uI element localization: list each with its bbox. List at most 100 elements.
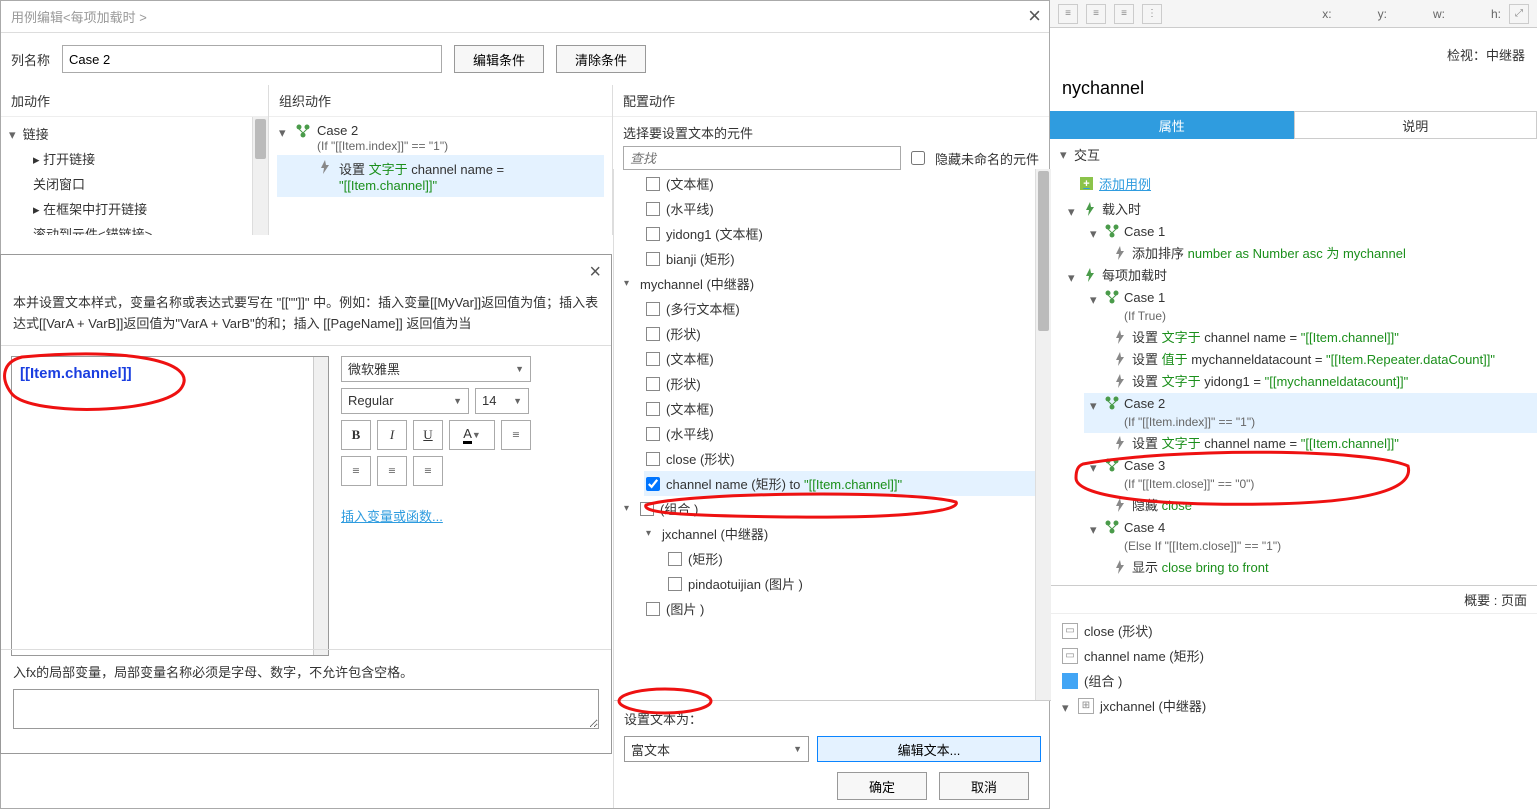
chevron-down-icon[interactable]: ▾ xyxy=(1068,269,1078,287)
hide-unnamed-checkbox[interactable] xyxy=(911,151,925,165)
widget-row[interactable]: (文本框) xyxy=(644,396,1043,421)
interactions-header[interactable]: ▾ 交互 xyxy=(1050,139,1537,170)
local-var-textarea[interactable] xyxy=(13,689,599,729)
tab-properties[interactable]: 属性 xyxy=(1050,111,1294,139)
checkbox[interactable] xyxy=(646,302,660,316)
action-row[interactable]: 设置 文字于 yidong1 = "[[mychanneldatacount]]… xyxy=(1106,371,1537,393)
checkbox[interactable] xyxy=(646,452,660,466)
action-row[interactable]: 设置 值于 mychanneldatacount = "[[Item.Repea… xyxy=(1106,349,1537,371)
event-onload[interactable]: ▾ 载入时 xyxy=(1062,199,1537,221)
chevron-down-icon[interactable]: ▾ xyxy=(279,125,289,141)
search-input[interactable] xyxy=(623,146,901,170)
scrollbar[interactable] xyxy=(252,117,268,235)
checkbox-checked[interactable] xyxy=(646,477,660,491)
action-scroll-to[interactable]: 滚动到元件<锚链接> xyxy=(9,221,260,235)
outline-item[interactable]: ▾⊞jxchannel (中继器) xyxy=(1058,693,1529,718)
align-icon[interactable]: ≡ xyxy=(1058,4,1078,24)
chevron-down-icon[interactable]: ▾ xyxy=(1062,700,1072,716)
scrollbar[interactable] xyxy=(1035,169,1051,700)
chevron-down-icon[interactable]: ▾ xyxy=(646,528,656,539)
align-left-button[interactable]: ≡ xyxy=(341,456,371,486)
clear-condition-button[interactable]: 清除条件 xyxy=(556,45,646,73)
chevron-down-icon[interactable]: ▾ xyxy=(1090,397,1100,415)
action-row[interactable]: 添加排序 number as Number asc 为 mychannel xyxy=(1106,243,1537,265)
widget-row[interactable]: (图片 ) xyxy=(644,596,1043,621)
scrollbar[interactable] xyxy=(313,357,328,655)
action-close-window[interactable]: 关闭窗口 xyxy=(9,171,260,196)
event-each-item[interactable]: ▾ 每项加载时 xyxy=(1062,265,1537,287)
chevron-down-icon[interactable]: ▾ xyxy=(1090,459,1100,477)
action-row[interactable]: 显示 close bring to front xyxy=(1106,557,1537,579)
action-open-in-frame[interactable]: ▸ 在框架中打开链接 xyxy=(9,196,260,221)
align-icon-3[interactable]: ≡ xyxy=(1114,4,1134,24)
widget-row[interactable]: (文本框) xyxy=(644,346,1043,371)
checkbox[interactable] xyxy=(646,252,660,266)
org-action-selected[interactable]: 设置 文字于 channel name = "[[Item.channel]]" xyxy=(277,155,604,197)
case-name-input[interactable] xyxy=(62,45,442,73)
close-icon[interactable]: × xyxy=(589,261,601,284)
chevron-down-icon[interactable]: ▾ xyxy=(1090,291,1100,309)
cancel-button[interactable]: 取消 xyxy=(939,772,1029,800)
widget-group[interactable]: ▾mychannel (中继器) xyxy=(622,271,1043,296)
widget-row[interactable]: (形状) xyxy=(644,321,1043,346)
chevron-down-icon[interactable]: ▾ xyxy=(1090,225,1100,243)
case-row[interactable]: ▾ Case 3(If "[[Item.close]]" == "0") xyxy=(1084,455,1537,495)
org-case[interactable]: ▾ Case 2(If "[[Item.index]]" == "1") xyxy=(277,121,604,155)
bold-button[interactable]: B xyxy=(341,420,371,450)
rich-text-editor[interactable]: [[Item.channel]] xyxy=(11,356,329,656)
outline-item[interactable]: ▭channel name (矩形) xyxy=(1058,643,1529,668)
outline-item[interactable]: (组合 ) xyxy=(1058,668,1529,693)
outline-header[interactable]: 概要 : 页面 xyxy=(1050,586,1537,614)
underline-button[interactable]: U xyxy=(413,420,443,450)
align-right-button[interactable]: ≡ xyxy=(413,456,443,486)
widget-row-selected[interactable]: channel name (矩形) to "[[Item.channel]]" xyxy=(644,471,1043,496)
bullet-list-button[interactable]: ≡ xyxy=(501,420,531,450)
text-mode-select[interactable]: 富文本▼ xyxy=(624,736,809,762)
list-icon[interactable]: ⋮ xyxy=(1142,4,1162,24)
checkbox[interactable] xyxy=(646,327,660,341)
close-icon[interactable]: × xyxy=(1028,3,1041,29)
action-row[interactable]: 隐藏 close xyxy=(1106,495,1537,517)
widget-row[interactable]: yidong1 (文本框) xyxy=(644,221,1043,246)
widget-row[interactable]: (多行文本框) xyxy=(644,296,1043,321)
italic-button[interactable]: I xyxy=(377,420,407,450)
widget-row[interactable]: (矩形) xyxy=(666,546,1043,571)
case-row-selected[interactable]: ▾ Case 2(If "[[Item.index]]" == "1") xyxy=(1084,393,1537,433)
checkbox[interactable] xyxy=(646,602,660,616)
widget-row[interactable]: (形状) xyxy=(644,371,1043,396)
checkbox[interactable] xyxy=(640,502,654,516)
checkbox[interactable] xyxy=(668,577,682,591)
font-color-button[interactable]: A ▼ xyxy=(449,420,495,450)
font-family-select[interactable]: 微软雅黑▼ xyxy=(341,356,531,382)
scrollbar-thumb[interactable] xyxy=(1038,171,1049,331)
widget-row[interactable]: (文本框) xyxy=(644,171,1043,196)
ok-button[interactable]: 确定 xyxy=(837,772,927,800)
align-icon-2[interactable]: ≡ xyxy=(1086,4,1106,24)
action-row[interactable]: 设置 文字于 channel name = "[[Item.channel]]" xyxy=(1106,433,1537,455)
case-row[interactable]: ▾ Case 4(Else If "[[Item.close]]" == "1"… xyxy=(1084,517,1537,557)
edit-condition-button[interactable]: 编辑条件 xyxy=(454,45,544,73)
chevron-down-icon[interactable]: ▾ xyxy=(1090,521,1100,539)
checkbox[interactable] xyxy=(646,177,660,191)
widget-group[interactable]: ▾jxchannel (中继器) xyxy=(644,521,1043,546)
add-case-link[interactable]: + 添加用例 xyxy=(1050,170,1537,197)
font-size-select[interactable]: 14▼ xyxy=(475,388,529,414)
insert-variable-link[interactable]: 插入变量或函数... xyxy=(341,506,601,525)
outline-item[interactable]: ▭close (形状) xyxy=(1058,618,1529,643)
checkbox[interactable] xyxy=(646,227,660,241)
action-open-link[interactable]: ▸ 打开链接 xyxy=(9,146,260,171)
widget-row[interactable]: bianji (矩形) xyxy=(644,246,1043,271)
edit-text-button[interactable]: 编辑文本... xyxy=(817,736,1041,762)
checkbox[interactable] xyxy=(646,402,660,416)
case-row[interactable]: ▾ Case 1 xyxy=(1084,221,1537,243)
chevron-down-icon[interactable]: ▾ xyxy=(624,278,634,289)
link-w-h-icon[interactable]: ⤢ xyxy=(1509,4,1529,24)
tab-notes[interactable]: 说明 xyxy=(1294,111,1537,139)
chevron-down-icon[interactable]: ▾ xyxy=(1068,203,1078,221)
checkbox[interactable] xyxy=(668,552,682,566)
widget-row[interactable]: pindaotuijian (图片 ) xyxy=(666,571,1043,596)
widget-row[interactable]: (水平线) xyxy=(644,196,1043,221)
case-row[interactable]: ▾ Case 1(If True) xyxy=(1084,287,1537,327)
widget-row[interactable]: (水平线) xyxy=(644,421,1043,446)
checkbox[interactable] xyxy=(646,377,660,391)
